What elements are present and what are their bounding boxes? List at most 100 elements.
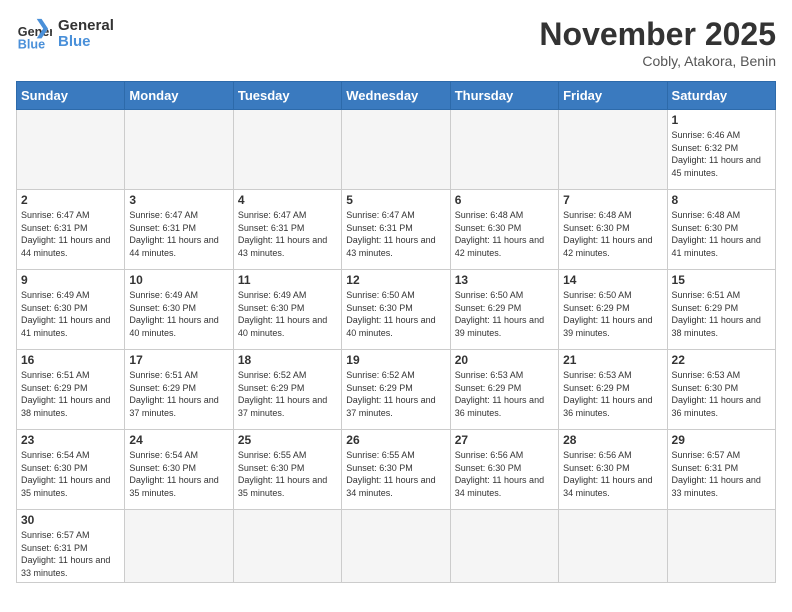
calendar-header-row: SundayMondayTuesdayWednesdayThursdayFrid… — [17, 82, 776, 110]
calendar-week-row: 30 Sunrise: 6:57 AM Sunset: 6:31 PM Dayli… — [17, 510, 776, 583]
day-info: Sunrise: 6:52 AM Sunset: 6:29 PM Dayligh… — [238, 369, 337, 419]
calendar-day-cell — [450, 510, 558, 583]
day-number: 17 — [129, 353, 228, 367]
calendar-day-cell: 4Sunrise: 6:47 AM Sunset: 6:31 PM Daylig… — [233, 190, 341, 270]
day-info: Sunrise: 6:53 AM Sunset: 6:29 PM Dayligh… — [563, 369, 662, 419]
calendar-day-cell: 8 Sunrise: 6:48 AM Sunset: 6:30 PM Daylig… — [667, 190, 775, 270]
calendar-week-row: 1 Sunrise: 6:46 AM Sunset: 6:32 PM Daylig… — [17, 110, 776, 190]
day-info: Sunrise: 6:56 AM Sunset: 6:30 PM Dayligh… — [563, 449, 662, 499]
calendar-day-cell — [17, 110, 125, 190]
day-number: 29 — [672, 433, 771, 447]
calendar-day-cell: 7Sunrise: 6:48 AM Sunset: 6:30 PM Daylig… — [559, 190, 667, 270]
day-info: Sunrise: 6:50 AM Sunset: 6:29 PM Dayligh… — [455, 289, 554, 339]
day-number: 30 — [21, 513, 120, 527]
calendar-header-tuesday: Tuesday — [233, 82, 341, 110]
day-info: Sunrise: 6:53 AM Sunset: 6:30 PM Dayligh… — [672, 369, 771, 419]
calendar-day-cell: 22 Sunrise: 6:53 AM Sunset: 6:30 PM Dayli… — [667, 350, 775, 430]
calendar-day-cell: 1 Sunrise: 6:46 AM Sunset: 6:32 PM Daylig… — [667, 110, 775, 190]
day-number: 10 — [129, 273, 228, 287]
day-number: 23 — [21, 433, 120, 447]
location-subtitle: Cobly, Atakora, Benin — [539, 53, 776, 69]
calendar-day-cell — [342, 510, 450, 583]
calendar-day-cell — [233, 510, 341, 583]
calendar-day-cell: 19 Sunrise: 6:52 AM Sunset: 6:29 PM Dayli… — [342, 350, 450, 430]
day-number: 14 — [563, 273, 662, 287]
calendar-table: SundayMondayTuesdayWednesdayThursdayFrid… — [16, 81, 776, 583]
day-info: Sunrise: 6:52 AM Sunset: 6:29 PM Dayligh… — [346, 369, 445, 419]
day-info: Sunrise: 6:49 AM Sunset: 6:30 PM Dayligh… — [129, 289, 228, 339]
day-info: Sunrise: 6:46 AM Sunset: 6:32 PM Dayligh… — [672, 129, 771, 179]
day-info: Sunrise: 6:50 AM Sunset: 6:29 PM Dayligh… — [563, 289, 662, 339]
calendar-day-cell: 28Sunrise: 6:56 AM Sunset: 6:30 PM Dayli… — [559, 430, 667, 510]
calendar-day-cell — [450, 110, 558, 190]
day-info: Sunrise: 6:51 AM Sunset: 6:29 PM Dayligh… — [21, 369, 120, 419]
day-info: Sunrise: 6:50 AM Sunset: 6:30 PM Dayligh… — [346, 289, 445, 339]
svg-text:Blue: Blue — [18, 37, 45, 51]
day-number: 20 — [455, 353, 554, 367]
calendar-day-cell: 17 Sunrise: 6:51 AM Sunset: 6:29 PM Dayli… — [125, 350, 233, 430]
calendar-day-cell: 6Sunrise: 6:48 AM Sunset: 6:30 PM Daylig… — [450, 190, 558, 270]
day-info: Sunrise: 6:51 AM Sunset: 6:29 PM Dayligh… — [672, 289, 771, 339]
day-info: Sunrise: 6:56 AM Sunset: 6:30 PM Dayligh… — [455, 449, 554, 499]
calendar-week-row: 16Sunrise: 6:51 AM Sunset: 6:29 PM Dayli… — [17, 350, 776, 430]
calendar-week-row: 23 Sunrise: 6:54 AM Sunset: 6:30 PM Dayli… — [17, 430, 776, 510]
calendar-day-cell: 21 Sunrise: 6:53 AM Sunset: 6:29 PM Dayli… — [559, 350, 667, 430]
day-number: 25 — [238, 433, 337, 447]
day-number: 21 — [563, 353, 662, 367]
day-number: 18 — [238, 353, 337, 367]
calendar-day-cell: 2Sunrise: 6:47 AM Sunset: 6:31 PM Daylig… — [17, 190, 125, 270]
day-info: Sunrise: 6:49 AM Sunset: 6:30 PM Dayligh… — [21, 289, 120, 339]
calendar-day-cell: 16Sunrise: 6:51 AM Sunset: 6:29 PM Dayli… — [17, 350, 125, 430]
day-number: 13 — [455, 273, 554, 287]
calendar-day-cell — [667, 510, 775, 583]
calendar-day-cell — [125, 110, 233, 190]
day-number: 12 — [346, 273, 445, 287]
logo: General Blue General Blue — [16, 16, 114, 52]
calendar-day-cell: 15 Sunrise: 6:51 AM Sunset: 6:29 PM Dayli… — [667, 270, 775, 350]
day-info: Sunrise: 6:55 AM Sunset: 6:30 PM Dayligh… — [346, 449, 445, 499]
calendar-day-cell: 14 Sunrise: 6:50 AM Sunset: 6:29 PM Dayli… — [559, 270, 667, 350]
calendar-day-cell: 13 Sunrise: 6:50 AM Sunset: 6:29 PM Dayli… — [450, 270, 558, 350]
day-number: 1 — [672, 113, 771, 127]
day-number: 8 — [672, 193, 771, 207]
calendar-header-saturday: Saturday — [667, 82, 775, 110]
calendar-day-cell: 10 Sunrise: 6:49 AM Sunset: 6:30 PM Dayli… — [125, 270, 233, 350]
calendar-header-friday: Friday — [559, 82, 667, 110]
day-info: Sunrise: 6:47 AM Sunset: 6:31 PM Dayligh… — [346, 209, 445, 259]
calendar-day-cell: 23Sunrise: 6:54 AM Sunset: 6:30 PM Dayli… — [17, 430, 125, 510]
title-block: November 2025 Cobly, Atakora, Benin — [539, 16, 776, 69]
day-info: Sunrise: 6:48 AM Sunset: 6:30 PM Dayligh… — [672, 209, 771, 259]
calendar-day-cell: 12 Sunrise: 6:50 AM Sunset: 6:30 PM Dayli… — [342, 270, 450, 350]
day-info: Sunrise: 6:57 AM Sunset: 6:31 PM Dayligh… — [21, 529, 120, 579]
calendar-header-monday: Monday — [125, 82, 233, 110]
day-info: Sunrise: 6:47 AM Sunset: 6:31 PM Dayligh… — [238, 209, 337, 259]
calendar-day-cell: 11Sunrise: 6:49 AM Sunset: 6:30 PM Dayli… — [233, 270, 341, 350]
day-info: Sunrise: 6:47 AM Sunset: 6:31 PM Dayligh… — [21, 209, 120, 259]
day-number: 3 — [129, 193, 228, 207]
logo-icon: General Blue — [16, 16, 52, 52]
day-number: 19 — [346, 353, 445, 367]
day-number: 27 — [455, 433, 554, 447]
page-header: General Blue General Blue November 2025 … — [16, 16, 776, 69]
calendar-day-cell: 25Sunrise: 6:55 AM Sunset: 6:30 PM Dayli… — [233, 430, 341, 510]
calendar-day-cell: 18 Sunrise: 6:52 AM Sunset: 6:29 PM Dayli… — [233, 350, 341, 430]
month-year-title: November 2025 — [539, 16, 776, 53]
day-info: Sunrise: 6:54 AM Sunset: 6:30 PM Dayligh… — [129, 449, 228, 499]
day-info: Sunrise: 6:48 AM Sunset: 6:30 PM Dayligh… — [455, 209, 554, 259]
calendar-day-cell: 27 Sunrise: 6:56 AM Sunset: 6:30 PM Dayli… — [450, 430, 558, 510]
calendar-day-cell: 3Sunrise: 6:47 AM Sunset: 6:31 PM Daylig… — [125, 190, 233, 270]
calendar-header-wednesday: Wednesday — [342, 82, 450, 110]
day-number: 7 — [563, 193, 662, 207]
calendar-day-cell: 24Sunrise: 6:54 AM Sunset: 6:30 PM Dayli… — [125, 430, 233, 510]
calendar-day-cell — [125, 510, 233, 583]
calendar-day-cell — [342, 110, 450, 190]
calendar-week-row: 2Sunrise: 6:47 AM Sunset: 6:31 PM Daylig… — [17, 190, 776, 270]
calendar-day-cell: 9Sunrise: 6:49 AM Sunset: 6:30 PM Daylig… — [17, 270, 125, 350]
day-number: 22 — [672, 353, 771, 367]
calendar-day-cell: 29Sunrise: 6:57 AM Sunset: 6:31 PM Dayli… — [667, 430, 775, 510]
calendar-day-cell: 26Sunrise: 6:55 AM Sunset: 6:30 PM Dayli… — [342, 430, 450, 510]
calendar-header-sunday: Sunday — [17, 82, 125, 110]
day-info: Sunrise: 6:49 AM Sunset: 6:30 PM Dayligh… — [238, 289, 337, 339]
day-number: 15 — [672, 273, 771, 287]
day-info: Sunrise: 6:51 AM Sunset: 6:29 PM Dayligh… — [129, 369, 228, 419]
